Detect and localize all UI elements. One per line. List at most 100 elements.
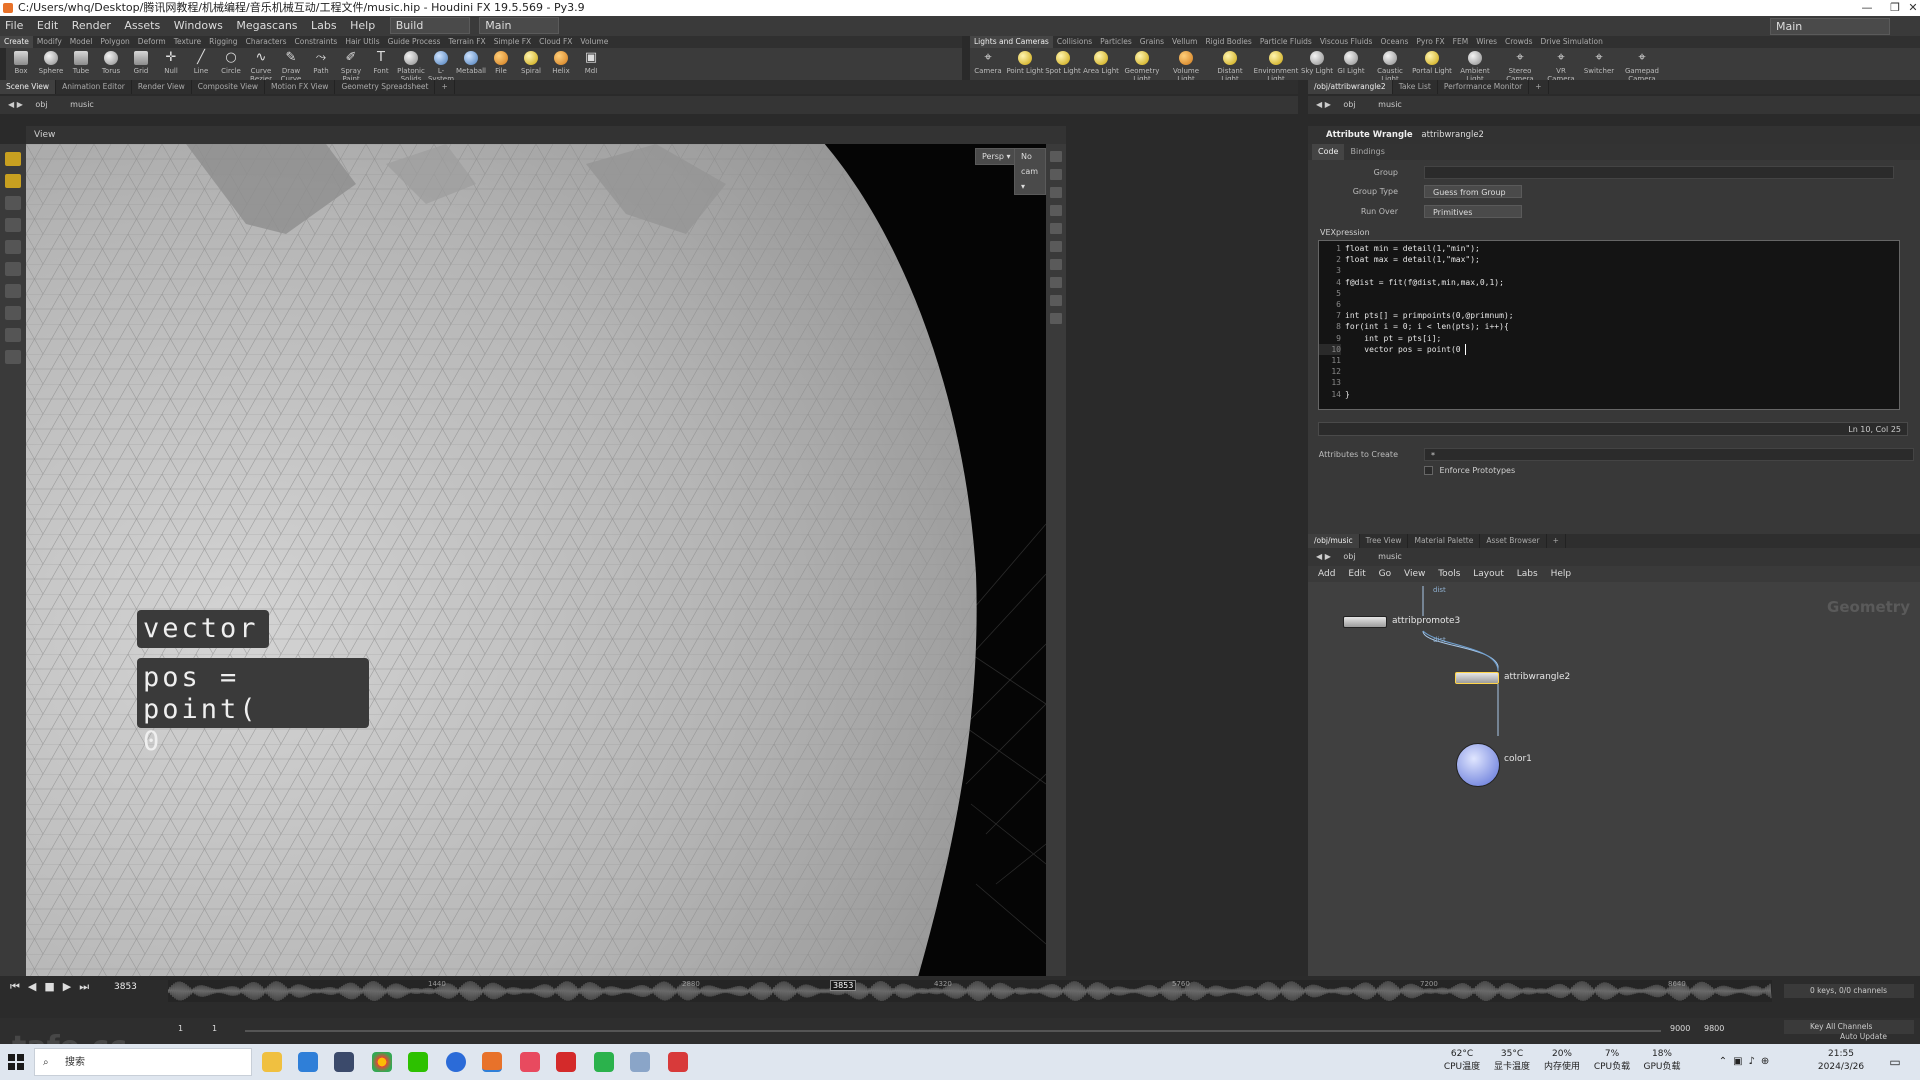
menu-megascans[interactable]: Megascans	[231, 16, 302, 36]
scale-tool-icon[interactable]	[5, 262, 21, 276]
start-icon[interactable]	[8, 1054, 24, 1070]
shelf-tab[interactable]: Simple FX	[490, 36, 535, 48]
tool-spiral[interactable]: Spiral	[516, 48, 546, 80]
shelf-tab[interactable]: Terrain FX	[444, 36, 489, 48]
net-menu-add[interactable]: Add	[1318, 569, 1335, 579]
menu-labs[interactable]: Labs	[306, 16, 342, 36]
app-icon[interactable]	[520, 1052, 540, 1072]
minimize-icon[interactable]: —	[1852, 0, 1882, 16]
tab-parameters[interactable]: /obj/attribwrangle2	[1308, 80, 1393, 94]
tool-mdl[interactable]: ▣ MdI	[576, 48, 606, 80]
view-tool-icon[interactable]	[5, 174, 21, 188]
path-music[interactable]: music	[1368, 96, 1412, 114]
display-option-icon[interactable]	[1050, 277, 1062, 288]
app-icon[interactable]	[334, 1052, 354, 1072]
tab-take-list[interactable]: Take List	[1393, 80, 1438, 94]
display-option-icon[interactable]	[1050, 205, 1062, 216]
net-menu-go[interactable]: Go	[1379, 569, 1391, 579]
tool-stereo-camera[interactable]: ⌖ Stereo Camera	[1498, 48, 1542, 81]
move-tool-icon[interactable]	[5, 218, 21, 232]
path-obj[interactable]: obj	[1333, 96, 1365, 114]
notification-icon[interactable]: ▭	[1880, 1048, 1910, 1076]
back-icon[interactable]: ◀	[1316, 100, 1322, 109]
playback-controls[interactable]: ⏮◀■▶⏭	[10, 980, 97, 994]
tab-network-view[interactable]: /obj/music	[1308, 534, 1360, 548]
tab-material-palette[interactable]: Material Palette	[1408, 534, 1481, 548]
tool-vr-camera[interactable]: ⌖ VR Camera	[1542, 48, 1580, 81]
net-menu-layout[interactable]: Layout	[1473, 569, 1504, 579]
shelf-tab[interactable]: Deform	[134, 36, 170, 48]
desktop-select[interactable]: Build	[389, 17, 470, 34]
shelf-tab[interactable]: Cloud FX	[535, 36, 576, 48]
clock[interactable]: 21:55 2024/3/26	[1816, 1048, 1866, 1074]
menu-edit[interactable]: Edit	[32, 16, 63, 36]
file-explorer-icon[interactable]	[262, 1052, 282, 1072]
tool-gamepad-camera[interactable]: ⌖ Gamepad Camera	[1618, 48, 1666, 81]
select-tool-icon[interactable]	[5, 196, 21, 210]
display-option-icon[interactable]	[1050, 259, 1062, 270]
auto-update-button[interactable]: Auto Update	[1840, 1032, 1887, 1041]
range-slider[interactable]	[245, 1030, 1661, 1032]
tab-animation-editor[interactable]: Animation Editor	[56, 80, 132, 94]
shelf-tab[interactable]: Lights and Cameras	[970, 36, 1053, 48]
run-over-select[interactable]: Primitives	[1424, 205, 1522, 218]
enforce-checkbox[interactable]	[1424, 466, 1433, 475]
back-icon[interactable]: ◀	[8, 100, 14, 109]
forward-icon[interactable]: ▶	[17, 100, 23, 109]
shelf-tab[interactable]: Wires	[1472, 36, 1501, 48]
shelf-tab[interactable]: Crowds	[1501, 36, 1537, 48]
tool-spot-light[interactable]: Spot Light	[1044, 48, 1082, 80]
display-option-icon[interactable]	[1050, 223, 1062, 234]
menu-help[interactable]: Help	[345, 16, 380, 36]
path-obj[interactable]: obj	[1333, 548, 1365, 566]
wechat-icon[interactable]	[408, 1052, 428, 1072]
display-option-icon[interactable]	[1050, 187, 1062, 198]
tool-geometry-light[interactable]: Geometry Light	[1120, 48, 1164, 80]
pose-tool-icon[interactable]	[5, 284, 21, 298]
tab-code[interactable]: Code	[1312, 144, 1345, 160]
attrs-field[interactable]: *	[1424, 448, 1914, 461]
timeline-track[interactable]: 1440 2880 4320 5760 7200 8640 3853	[167, 980, 1772, 1002]
app-icon[interactable]	[630, 1052, 650, 1072]
tool-area-light[interactable]: Area Light	[1082, 48, 1120, 80]
tab-composite-view[interactable]: Composite View	[192, 80, 265, 94]
display-option-icon[interactable]	[1050, 169, 1062, 180]
shelf-tab[interactable]: Constraints	[291, 36, 342, 48]
shelf-tab[interactable]: Characters	[242, 36, 291, 48]
tool-camera[interactable]: ⌖ Camera	[970, 48, 1006, 80]
tool-torus[interactable]: Torus	[96, 48, 126, 80]
shelf-tab[interactable]: Rigging	[205, 36, 241, 48]
app-icon[interactable]	[594, 1052, 614, 1072]
tool-portal-light[interactable]: Portal Light	[1412, 48, 1452, 80]
system-tray-icons[interactable]: ⌃▣♪⊕	[1692, 1048, 1802, 1076]
net-menu-help[interactable]: Help	[1551, 569, 1572, 579]
shelf-tab[interactable]: Drive Simulation	[1537, 36, 1607, 48]
shelf-tab[interactable]: Hair Utils	[341, 36, 383, 48]
tab-performance-monitor[interactable]: Performance Monitor	[1438, 80, 1530, 94]
end-frame-field[interactable]: 9800	[1704, 1024, 1724, 1033]
tab-motion-fx-view[interactable]: Motion FX View	[265, 80, 336, 94]
app-icon[interactable]	[446, 1052, 466, 1072]
display-option-icon[interactable]	[1050, 295, 1062, 306]
display-option-icon[interactable]	[1050, 151, 1062, 162]
add-tab-icon[interactable]: +	[1547, 534, 1566, 548]
node-attribpromote3[interactable]	[1343, 616, 1387, 628]
shelf-tab[interactable]: Particles	[1096, 36, 1136, 48]
camera-menu[interactable]: No cam ▾	[1014, 148, 1046, 195]
shelf-tab[interactable]: Viscous Fluids	[1316, 36, 1377, 48]
forward-icon[interactable]: ▶	[1325, 552, 1331, 561]
app-icon[interactable]	[668, 1052, 688, 1072]
node-name-field[interactable]: attribwrangle2	[1421, 130, 1484, 140]
tool-spray-paint[interactable]: ✐ Spray Paint	[336, 48, 366, 81]
tool-curve-bezier[interactable]: ∿ Curve Bezier	[246, 48, 276, 81]
tool-helix[interactable]: Helix	[546, 48, 576, 80]
tool-sky-light[interactable]: Sky Light	[1300, 48, 1334, 80]
range-start-field[interactable]: 1	[212, 1024, 217, 1033]
path-obj[interactable]: obj	[25, 96, 57, 114]
group-type-select[interactable]: Guess from Group	[1424, 185, 1522, 198]
shelf-tab[interactable]: Volume	[576, 36, 612, 48]
shelf-tab[interactable]: Oceans	[1376, 36, 1412, 48]
shelf-tab[interactable]: Guide Process	[384, 36, 445, 48]
tool-path[interactable]: ⤳ Path	[306, 48, 336, 80]
shelf-tab[interactable]: Collisions	[1053, 36, 1096, 48]
